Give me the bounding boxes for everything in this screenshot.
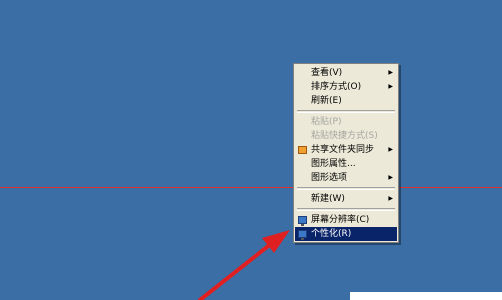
- desktop-background[interactable]: 查看(V) ▶ 排序方式(O) ▶ 刷新(E) 粘贴(P) 粘贴快捷方式(S) …: [0, 0, 502, 300]
- annotation-arrow: [198, 230, 290, 300]
